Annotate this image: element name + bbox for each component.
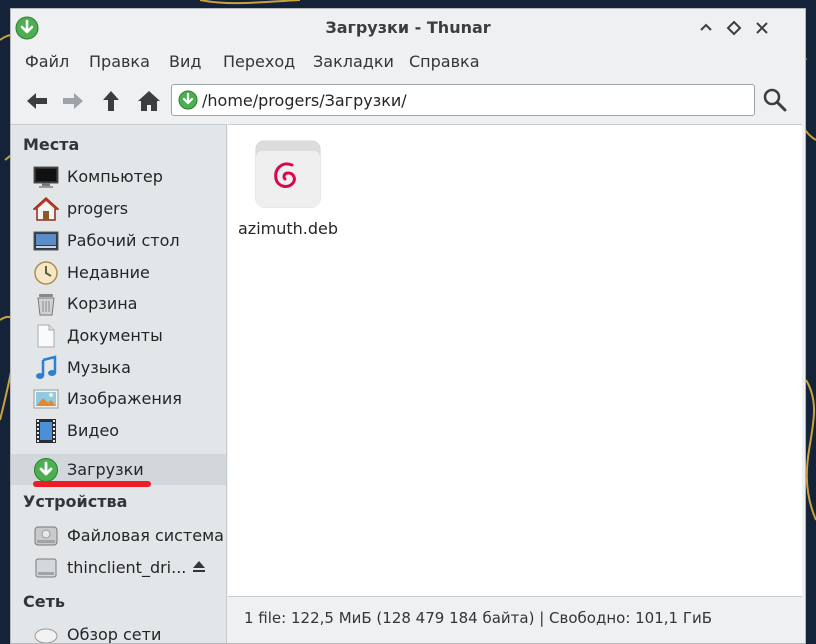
sidebar-item-network[interactable]: Обзор сети: [11, 619, 226, 644]
location-input[interactable]: [202, 87, 742, 113]
sidebar-item-label: progers: [67, 199, 129, 218]
sidebar-item-computer[interactable]: Компьютер: [11, 161, 226, 192]
sidebar-item-home[interactable]: progers: [11, 193, 226, 224]
trash-icon: [37, 294, 55, 316]
sidebar-item-thinclient[interactable]: thinclient_dri...: [11, 552, 226, 583]
close-icon: [756, 22, 768, 34]
sidebar-item-recent[interactable]: Недавние: [11, 257, 226, 288]
sidebar-item-desktop[interactable]: Рабочий стол: [11, 225, 226, 256]
sidebar-item-trash[interactable]: Корзина: [11, 288, 226, 319]
sidebar: Места Компьютер progers Рабочий стол Нед…: [11, 124, 227, 644]
sidebar-item-label: Музыка: [67, 358, 131, 377]
sidebar-item-filesystem[interactable]: Файловая система: [11, 520, 226, 551]
places-header: Места: [23, 135, 80, 154]
menu-help[interactable]: Справка: [409, 52, 480, 71]
back-arrow-icon: [27, 93, 47, 109]
maximize-button[interactable]: [725, 19, 743, 37]
drive-icon: [34, 526, 58, 546]
chevron-up-icon: [700, 23, 712, 31]
video-icon: [36, 419, 56, 443]
minimize-button[interactable]: [697, 19, 715, 37]
sidebar-item-label: Видео: [67, 421, 120, 440]
status-bar: 1 file: 122,5 МиБ (128 479 184 байта) | …: [228, 596, 802, 636]
downloads-icon: [34, 458, 58, 482]
diamond-icon: [726, 20, 742, 36]
home-icon: [138, 91, 160, 111]
computer-icon: [33, 166, 59, 188]
music-icon: [36, 355, 57, 379]
back-button[interactable]: [23, 87, 51, 115]
menu-go[interactable]: Переход: [223, 52, 295, 71]
file-manager-window: Загрузки - Thunar Файл Правка Вид Перехо…: [10, 8, 806, 644]
search-button[interactable]: [762, 87, 788, 113]
sidebar-item-pictures[interactable]: Изображения: [11, 383, 226, 414]
close-button[interactable]: [753, 19, 771, 37]
forward-arrow-icon: [63, 93, 83, 109]
search-icon: [763, 88, 787, 112]
network-header: Сеть: [23, 592, 65, 611]
home-button[interactable]: [135, 87, 163, 115]
title-bar[interactable]: Загрузки - Thunar: [11, 9, 805, 47]
downloads-icon: [178, 90, 198, 110]
toolbar: [11, 79, 805, 123]
devices-header: Устройства: [23, 492, 128, 511]
file-name: azimuth.deb: [238, 219, 339, 238]
up-arrow-icon: [103, 91, 119, 111]
removable-drive-icon: [35, 558, 57, 578]
sidebar-item-label: Обзор сети: [67, 625, 162, 644]
desktop-icon: [33, 231, 59, 251]
sidebar-item-label: Компьютер: [67, 167, 163, 186]
file-view[interactable]: azimuth.deb: [228, 124, 802, 596]
pictures-icon: [33, 389, 59, 409]
forward-button[interactable]: [59, 87, 87, 115]
eject-icon[interactable]: [191, 558, 207, 574]
status-text: 1 file: 122,5 МиБ (128 479 184 байта) | …: [244, 609, 713, 627]
debian-package-icon: [255, 140, 321, 208]
sidebar-item-label: Файловая система: [67, 526, 224, 545]
window-title: Загрузки - Thunar: [325, 18, 491, 37]
sidebar-item-label: thinclient_dri...: [67, 558, 187, 577]
sidebar-item-label: Корзина: [67, 294, 138, 313]
recent-clock-icon: [34, 261, 58, 285]
menu-file[interactable]: Файл: [25, 52, 69, 71]
menu-view[interactable]: Вид: [169, 52, 201, 71]
highlight-underline: [33, 481, 151, 487]
file-item[interactable]: azimuth.deb: [238, 139, 338, 239]
sidebar-item-video[interactable]: Видео: [11, 415, 226, 446]
sidebar-item-label: Изображения: [67, 389, 182, 408]
documents-icon: [37, 324, 55, 348]
sidebar-item-label: Рабочий стол: [67, 231, 180, 250]
sidebar-item-music[interactable]: Музыка: [11, 352, 226, 383]
menu-edit[interactable]: Правка: [89, 52, 150, 71]
menu-bookmarks[interactable]: Закладки: [313, 52, 394, 71]
sidebar-item-label: Загрузки: [67, 460, 144, 479]
home-folder-icon: [33, 196, 59, 221]
up-button[interactable]: [97, 87, 125, 115]
location-bar[interactable]: [171, 84, 755, 116]
sidebar-item-label: Недавние: [67, 263, 150, 282]
sidebar-item-label: Документы: [67, 326, 163, 345]
sidebar-item-documents[interactable]: Документы: [11, 320, 226, 351]
menu-bar: Файл Правка Вид Переход Закладки Справка: [11, 47, 805, 77]
network-icon: [34, 628, 58, 643]
